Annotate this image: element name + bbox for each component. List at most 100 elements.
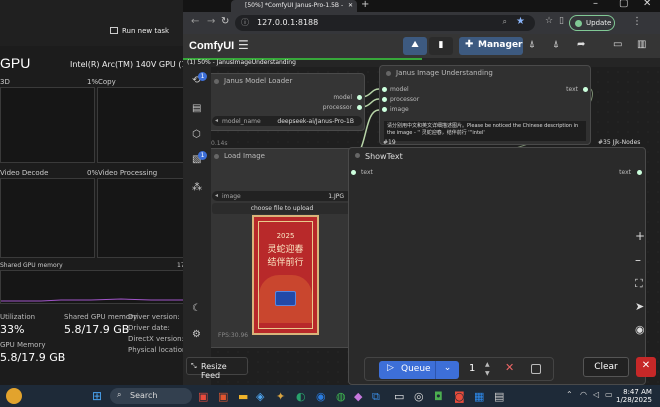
widget-left-arrow-icon: ◂ [215, 117, 219, 124]
output-text-label: text [566, 86, 578, 93]
graph-video-processing [97, 178, 190, 258]
settings-gear-icon[interactable]: ⚙ [192, 329, 201, 340]
node-id-35: #35 Jjk-Nodes [598, 139, 641, 146]
poster-line1: 灵蛇迎春 [267, 245, 304, 255]
node-title: ShowText [349, 148, 645, 166]
windows-start-icon[interactable]: ⊞ [92, 389, 102, 403]
widget-left-arrow-icon: ◂ [215, 192, 219, 199]
stop-icon[interactable] [531, 364, 541, 374]
batch-stepper[interactable]: ▲ ▼ [485, 360, 490, 378]
batch-count-input[interactable]: 1 [469, 363, 475, 374]
edge-icon[interactable]: ◐ [296, 390, 306, 403]
node-library-icon[interactable]: ⬡ [192, 129, 201, 140]
weather-icon[interactable] [6, 388, 22, 404]
model-name-widget[interactable]: ◂ model_name deepseek-ai/Janus-Pro-1B [212, 116, 362, 126]
input-processor-slot[interactable] [382, 97, 387, 102]
app-icon-4[interactable]: ◉ [316, 390, 326, 403]
run-task-icon [110, 27, 118, 34]
physical-location-label: Physical location: [128, 346, 189, 354]
output-text-slot[interactable] [583, 87, 588, 92]
utilization-label: Utilization [0, 313, 36, 321]
question-textarea[interactable]: 请分别用中文和英文详细描述图片。Please be noticed the Ch… [384, 121, 586, 141]
input-image-slot[interactable] [382, 107, 387, 112]
battery-icon[interactable]: ▭ [605, 390, 613, 399]
cancel-icon[interactable]: ✕ [505, 361, 514, 374]
taskbar-search[interactable]: ⌕ Search [110, 388, 192, 404]
desktop: Run new task GPU Intel(R) Arc(TM) 140V G… [0, 0, 660, 407]
chrome-icon[interactable]: ◍ [336, 390, 346, 403]
taskbar-clock[interactable]: 8:47 AM 1/28/2025 [616, 388, 652, 404]
output-model-slot[interactable] [357, 95, 362, 100]
browser-window: [50%] *ComfyUI Janus-Pro-1.5B - ✕ + – ▢ … [183, 0, 660, 385]
comfy-bottom-bar: ⤡ Resize Feed ▷ Queue ⌄ 1 ▲ ▼ ✕ Clear ✕ [183, 354, 660, 385]
loader-time: 0.14s [211, 140, 228, 147]
vscode-icon[interactable]: ⧉ [372, 390, 380, 404]
image-widget[interactable]: ◂ image 1.JPG [212, 191, 352, 201]
gpu-name: Intel(R) Arc(TM) 140V GPU (16 [70, 60, 190, 69]
zoom-out-icon[interactable]: – [635, 253, 641, 267]
images-badge: 1 [198, 151, 207, 160]
resize-icon: ⤡ [191, 362, 197, 370]
select-mode-icon[interactable]: ➤ [635, 300, 644, 313]
input-processor-label: processor [390, 96, 420, 103]
node-collapse-dot[interactable] [214, 154, 219, 159]
choose-file-button[interactable]: choose file to upload [212, 203, 352, 214]
input-text-slot[interactable] [351, 170, 356, 175]
shared-mem-label: Shared GPU memory [64, 313, 138, 321]
tray-chevron-icon[interactable]: ⌃ [566, 390, 573, 399]
app-icon-10[interactable]: ▤ [494, 390, 504, 403]
shared-mem-value: 5.8/17.9 GB [64, 323, 130, 336]
input-model-slot[interactable] [382, 87, 387, 92]
library-icon[interactable]: ▤ [192, 103, 201, 114]
templates-icon[interactable]: ⁂ [192, 182, 202, 193]
close-feed-icon[interactable]: ✕ [636, 357, 656, 377]
input-image-label: image [390, 106, 409, 113]
node-collapse-dot[interactable] [355, 153, 360, 158]
output-model-label: model [333, 94, 352, 101]
theme-toggle-icon[interactable]: ☾ [192, 303, 201, 314]
app-icon-9[interactable]: ▦ [474, 390, 484, 403]
comfy-sidebar: ⟲ 1 ▤ ⬡ ▧ 1 ⁂ ☾ ⚙ [183, 67, 211, 385]
node-title: Janus Image Understanding [380, 66, 590, 80]
run-new-task-button[interactable]: Run new task [110, 27, 169, 35]
preview-image: 2025 灵蛇迎春 结伴前行 [252, 215, 319, 335]
terminal-icon[interactable]: ▭ [394, 390, 404, 403]
file-explorer-icon[interactable]: ▬ [238, 390, 248, 403]
volume-icon[interactable]: ◁ [593, 390, 599, 399]
node-showtext[interactable]: ShowText text text [348, 147, 646, 385]
output-text-slot[interactable] [637, 170, 642, 175]
directx-version-label: DirectX version: [128, 335, 184, 343]
play-icon: ▷ [387, 363, 394, 373]
node-id-19: #19 [383, 139, 396, 146]
wifi-icon[interactable]: ◠ [580, 390, 587, 399]
queue-mode-dropdown[interactable]: ⌄ [435, 361, 459, 379]
queue-controls: ▷ Queue ⌄ 1 ▲ ▼ ✕ [364, 357, 554, 381]
visibility-icon[interactable]: ◉ [635, 323, 645, 336]
node-janus-model-loader[interactable]: Janus Model Loader model processor ◂ mod… [207, 73, 365, 131]
app-icon-7[interactable]: ◘ [434, 390, 443, 403]
zoom-in-icon[interactable]: + [635, 229, 645, 243]
gpu-title: GPU [0, 55, 31, 71]
copilot-icon[interactable]: ◈ [256, 390, 264, 403]
node-janus-image-understanding[interactable]: Janus Image Understanding model processo… [379, 65, 591, 145]
resize-feed-button[interactable]: ⤡ Resize Feed [186, 357, 248, 380]
app-icon-1[interactable]: ▣ [198, 390, 208, 403]
node-title: Janus Model Loader [208, 74, 364, 88]
graph-label-video-processing: Video Processing [98, 169, 158, 177]
windows-taskbar: ⊞ ⌕ Search ▣ ▣ ▬ ◈ ✦ ◐ ◉ ◍ ◆ ⧉ ▭ ◎ ◘ ◙ ▦ … [0, 385, 660, 407]
app-icon-6[interactable]: ◎ [414, 390, 424, 403]
clear-button[interactable]: Clear [583, 357, 629, 377]
driver-date-label: Driver date: [128, 324, 170, 332]
node-title: Load Image [208, 149, 352, 163]
app-icon-2[interactable]: ▣ [218, 390, 228, 403]
node-collapse-dot[interactable] [386, 71, 391, 76]
app-icon-3[interactable]: ✦ [276, 390, 285, 403]
output-processor-slot[interactable] [357, 105, 362, 110]
input-text-label: text [361, 169, 373, 176]
graph-video-decode [0, 178, 95, 258]
app-icon-5[interactable]: ◆ [354, 390, 362, 403]
node-collapse-dot[interactable] [214, 79, 219, 84]
fit-view-icon[interactable]: ⛶ [635, 277, 643, 291]
queue-button[interactable]: ▷ Queue [379, 361, 435, 379]
app-icon-8[interactable]: ◙ [454, 390, 465, 403]
